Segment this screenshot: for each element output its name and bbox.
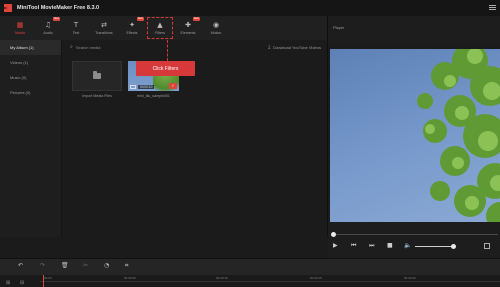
callout-connector [167,40,168,61]
playhead[interactable] [43,275,44,287]
app-logo-icon [4,4,12,12]
sidebar-item-my-album[interactable]: My Album (1) [0,40,61,55]
search-icon: ⌕ [70,44,73,50]
tab-effects[interactable]: New ✦ Effects [118,16,146,40]
download-youtube-link[interactable]: ⤓ Download YouTube Videos [268,44,321,50]
tab-media[interactable]: ▦ Media [6,16,34,40]
seek-handle[interactable] [331,232,336,237]
click-filters-callout: Click Filters [136,61,195,76]
music-note-icon: ♫ [44,21,52,29]
track-settings-icon[interactable]: ⊟ [20,280,24,286]
split-icon[interactable]: ✂ [83,262,88,269]
tick-label: 00:00:15 [310,276,322,280]
video-duration: 00:00:10 [138,85,155,89]
hamburger-menu-icon[interactable] [489,5,496,10]
crop-icon[interactable]: ⌗ [125,262,128,269]
text-icon: T [73,21,79,29]
tab-text[interactable]: T Text [62,16,90,40]
tab-text-label: Text [72,31,80,35]
video-file-name: mini_tiiu_sample001 [137,94,170,98]
import-media-button[interactable] [72,61,122,91]
sidebar-item-videos[interactable]: Videos (1) [0,55,61,70]
media-header: ⌕ Search media ⤓ Download YouTube Videos [62,40,327,54]
play-icon[interactable]: ▶ [333,243,338,249]
tick-label: 00:00:20 [404,276,416,280]
volume-slider[interactable] [415,246,453,247]
effects-icon: ✦ [129,21,135,29]
media-sidebar: My Album (1) Videos (1) Music (0) Pictur… [0,40,62,237]
undo-icon[interactable]: ↶ [18,262,23,269]
tab-transitions-label: Transitions [95,31,113,35]
tab-effects-label: Effects [126,31,138,35]
app-title: MiniTool MovieMaker Free 8.3.0 [17,5,100,11]
tab-filters[interactable]: ▲ Filters [146,16,174,40]
download-icon: ⤓ [267,44,271,50]
tick-label: 00:00:05 [124,276,136,280]
transitions-icon: ⇄ [101,21,107,29]
new-badge: New [192,17,200,21]
video-type-icon [130,85,136,89]
tab-elements[interactable]: New ✚ Elements [174,16,202,40]
tab-audio[interactable]: New ♫ Audio [34,16,62,40]
import-media-label: Import Media Files [82,94,112,98]
tab-filters-label: Filters [155,31,165,35]
sidebar-item-music[interactable]: Music (0) [0,70,61,85]
tab-media-label: Media [15,31,25,35]
media-icon: ▦ [16,21,24,29]
ruler-line [40,281,500,282]
previous-frame-icon[interactable]: ⏮ [351,243,356,249]
tab-motion-label: Motion [210,31,222,35]
player-controls [328,222,500,258]
new-badge: New [52,17,60,21]
panel-divider [327,16,328,237]
search-placeholder: Search media [75,44,101,50]
fullscreen-icon[interactable] [484,243,490,249]
stop-icon[interactable]: ■ [387,243,393,249]
seek-bar[interactable] [333,234,498,235]
foliage-image [417,49,500,222]
delete-icon[interactable]: 🗑 [61,262,69,269]
title-bar: MiniTool MovieMaker Free 8.3.0 [0,0,500,16]
next-frame-icon[interactable]: ⏭ [369,243,374,249]
folder-icon [93,71,101,79]
sidebar-item-pictures[interactable]: Pictures (0) [0,85,61,100]
new-badge: New [136,17,144,21]
volume-handle[interactable] [451,244,456,249]
download-youtube-label: Download YouTube Videos [273,44,321,50]
elements-icon: ✚ [185,21,191,29]
tick-label: 00:00:10 [216,276,228,280]
added-check-icon: ✓ [169,83,177,89]
volume-icon[interactable]: 🔈 [404,243,411,249]
add-track-icon[interactable]: ⊞ [6,280,10,286]
filters-icon: ▲ [157,21,163,29]
player-header [328,16,500,44]
tick-label: 00:00 [44,276,52,280]
tab-motion[interactable]: ◉ Motion [202,16,230,40]
tab-elements-label: Elements [180,31,196,35]
player-preview [330,49,500,222]
timeline-toolbar [0,258,500,275]
tab-transitions[interactable]: ⇄ Transitions [90,16,118,40]
redo-icon[interactable]: ↷ [40,262,45,269]
main-toolbar: ▦ Media New ♫ Audio T Text ⇄ Transitions… [0,16,327,40]
motion-icon: ◉ [212,21,220,29]
speed-icon[interactable]: ◔ [104,262,109,269]
search-input[interactable]: ⌕ Search media [70,44,101,50]
tab-audio-label: Audio [43,31,53,35]
player-title: Player [333,25,345,30]
